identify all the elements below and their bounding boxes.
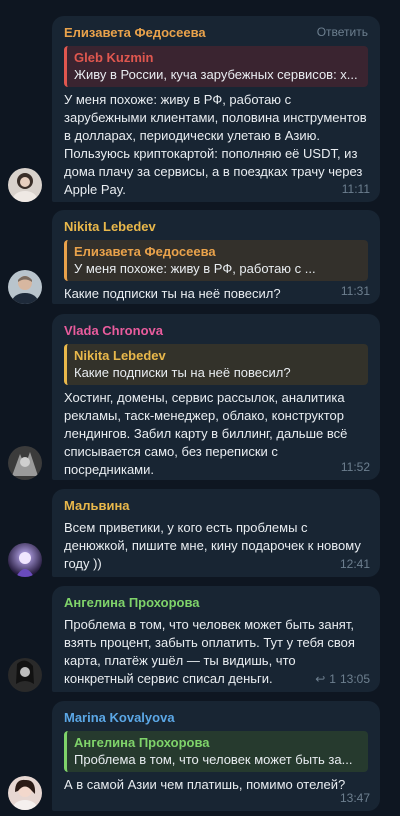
- reply-preview[interactable]: Gleb Kuzmin Живу в России, куча зарубежн…: [64, 46, 368, 87]
- reply-preview[interactable]: Ангелина Прохорова Проблема в том, что ч…: [64, 731, 368, 772]
- message-bubble[interactable]: Marina Kovalyova Ангелина Прохорова Проб…: [52, 701, 380, 811]
- sender-name[interactable]: Marina Kovalyova: [64, 709, 368, 727]
- message-text: Какие подписки ты на неё повесил?: [64, 286, 281, 301]
- reply-sender-name: Ангелина Прохорова: [74, 735, 210, 750]
- sender-name[interactable]: Ангелина Прохорова: [64, 594, 368, 612]
- reply-text: Живу в России, куча зарубежных сервисов:…: [74, 67, 358, 82]
- message-meta: 11:52: [341, 460, 370, 474]
- avatar[interactable]: [8, 270, 42, 304]
- message-meta: ↩ 1 13:05: [315, 672, 370, 686]
- reply-count[interactable]: 1: [329, 672, 336, 686]
- message-time: 13:47: [339, 791, 370, 805]
- message-text: Всем приветики, у кого есть проблемы с д…: [64, 520, 361, 571]
- avatar[interactable]: [8, 168, 42, 202]
- message-time: 11:31: [340, 284, 370, 298]
- reply-preview[interactable]: Елизавета Федосеева У меня похоже: живу …: [64, 240, 368, 281]
- message-bubble[interactable]: Елизавета Федосеева Ответить Gleb Kuzmin…: [52, 16, 380, 202]
- message-bubble[interactable]: Ангелина Прохорова Проблема в том, что ч…: [52, 586, 380, 692]
- sender-name[interactable]: Мальвина: [64, 497, 368, 515]
- message-bubble[interactable]: Мальвина Всем приветики, у кого есть про…: [52, 489, 380, 577]
- avatar[interactable]: [8, 658, 42, 692]
- message-bubble[interactable]: Vlada Chronova Nikita Lebedev Какие подп…: [52, 314, 380, 480]
- message-text: У меня похоже: живу в РФ, работаю с зару…: [64, 92, 367, 197]
- reply-sender-name: Елизавета Федосеева: [74, 244, 216, 259]
- message-text: Хостинг, домены, сервис рассылок, аналит…: [64, 390, 348, 477]
- avatar[interactable]: [8, 446, 42, 480]
- message-time: 11:52: [340, 460, 370, 474]
- avatar[interactable]: [8, 543, 42, 577]
- reply-arrow-icon[interactable]: ↩: [315, 672, 325, 686]
- reply-text: Проблема в том, что человек может быть з…: [74, 752, 353, 767]
- message-time: 11:11: [341, 182, 370, 196]
- reply-action-button[interactable]: Ответить: [317, 25, 368, 39]
- reply-text: У меня похоже: живу в РФ, работаю с ...: [74, 261, 316, 276]
- reply-text: Какие подписки ты на неё повесил?: [74, 365, 291, 380]
- message-meta: 11:31: [341, 284, 370, 298]
- reply-preview[interactable]: Nikita Lebedev Какие подписки ты на неё …: [64, 344, 368, 385]
- reply-sender-name: Gleb Kuzmin: [74, 50, 154, 65]
- sender-name[interactable]: Vlada Chronova: [64, 322, 368, 340]
- reply-sender-name: Nikita Lebedev: [74, 348, 166, 363]
- message-meta: 12:41: [340, 557, 370, 571]
- sender-name[interactable]: Nikita Lebedev: [64, 218, 368, 236]
- avatar[interactable]: [8, 776, 42, 810]
- message-meta: 13:47: [340, 791, 370, 805]
- message-time: 12:41: [339, 557, 370, 571]
- message-time: 13:05: [339, 672, 370, 686]
- message-text: А в самой Азии чем платишь, помимо отеле…: [64, 777, 346, 792]
- message-meta: 11:11: [342, 182, 370, 196]
- message-bubble[interactable]: Nikita Lebedev Елизавета Федосеева У мен…: [52, 210, 380, 304]
